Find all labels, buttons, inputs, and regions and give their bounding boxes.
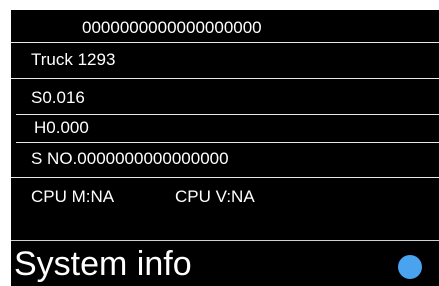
serial-number: S NO.0000000000000000 <box>31 149 229 168</box>
device-screen: 0000000000000000000 Truck 1293 S0.016 H0… <box>11 10 439 286</box>
footer-bar: System info <box>11 240 439 286</box>
divider-4 <box>16 142 439 143</box>
divider-3 <box>16 114 439 115</box>
cpu-v-status: CPU V:NA <box>175 187 255 206</box>
footer-title: System info <box>14 245 192 283</box>
divider-5 <box>11 177 439 178</box>
header-serial: 0000000000000000000 <box>82 18 262 37</box>
vehicle-name: Truck 1293 <box>31 50 116 69</box>
status-indicator-icon <box>398 255 422 279</box>
s-value: S0.016 <box>31 88 85 107</box>
h-value: H0.000 <box>34 118 89 137</box>
divider-2 <box>11 78 439 79</box>
divider-1 <box>11 42 439 43</box>
